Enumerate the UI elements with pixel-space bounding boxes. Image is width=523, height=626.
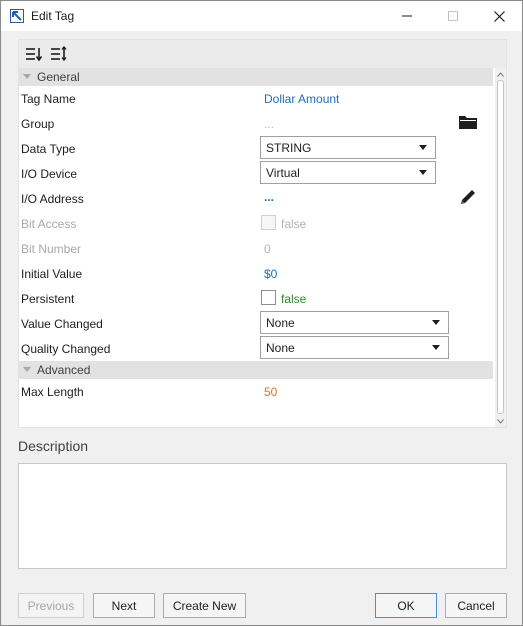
quality-changed-label: Quality Changed [21, 342, 111, 356]
bit-number-label: Bit Number [21, 242, 82, 256]
collapse-arrow-icon [23, 367, 31, 372]
sort-custom-icon [51, 45, 67, 62]
edit-tag-dialog: Edit Tag General Tag Name Dollar Amount … [0, 0, 523, 626]
bit-access-checkbox [261, 215, 276, 230]
value-changed-select[interactable]: None [260, 311, 449, 334]
initial-value-value[interactable]: $0 [264, 267, 277, 281]
persistent-label: Persistent [21, 292, 75, 306]
chevron-down-icon [419, 170, 427, 175]
sort-ascending-icon [26, 48, 43, 62]
data-type-value: STRING [266, 141, 312, 155]
maximize-button [430, 1, 476, 31]
property-grid: General Tag Name Dollar Amount Group ...… [18, 39, 507, 428]
ok-button[interactable]: OK [375, 593, 437, 618]
sort-ascending-button[interactable] [24, 45, 44, 63]
collapse-arrow-icon [23, 74, 31, 79]
minimize-button[interactable] [384, 1, 430, 31]
bit-access-value: false [281, 217, 307, 231]
app-logo-icon [10, 9, 24, 23]
group-label: Group [21, 117, 55, 131]
chevron-down-icon [419, 145, 427, 150]
maximize-icon [448, 11, 458, 21]
edit-pencil-icon[interactable] [459, 188, 477, 209]
next-button[interactable]: Next [93, 593, 155, 618]
value-changed-label: Value Changed [21, 317, 103, 331]
section-general[interactable]: General [19, 68, 493, 86]
scroll-down-icon[interactable] [496, 416, 505, 426]
sort-custom-button[interactable] [49, 45, 69, 63]
persistent-value: false [281, 292, 307, 306]
close-icon [493, 10, 505, 22]
max-length-value[interactable]: 50 [264, 385, 277, 399]
title-bar[interactable]: Edit Tag [1, 1, 522, 31]
chevron-down-icon [432, 320, 440, 325]
quality-changed-value: None [266, 341, 295, 355]
vertical-scrollbar[interactable] [495, 68, 506, 427]
minimize-icon [402, 15, 412, 17]
description-textarea[interactable] [18, 463, 507, 569]
scroll-up-icon[interactable] [496, 69, 505, 79]
create-new-button[interactable]: Create New [163, 593, 246, 618]
io-address-value[interactable]: ... [264, 190, 274, 204]
window-title: Edit Tag [31, 9, 75, 23]
cancel-button[interactable]: Cancel [445, 593, 507, 618]
chevron-down-icon [432, 345, 440, 350]
description-label: Description [18, 438, 89, 454]
section-advanced[interactable]: Advanced [19, 361, 493, 379]
section-advanced-title: Advanced [37, 363, 91, 377]
io-address-label: I/O Address [21, 192, 84, 206]
io-device-select[interactable]: Virtual [260, 161, 436, 184]
data-type-select[interactable]: STRING [260, 136, 436, 159]
close-button[interactable] [476, 1, 522, 31]
initial-value-label: Initial Value [21, 267, 83, 281]
bit-number-value: 0 [264, 242, 271, 256]
tag-name-value[interactable]: Dollar Amount [264, 92, 339, 106]
previous-button: Previous [18, 593, 84, 618]
value-changed-value: None [266, 316, 295, 330]
tag-name-label: Tag Name [21, 92, 76, 106]
io-device-label: I/O Device [21, 167, 78, 181]
section-general-title: General [37, 70, 80, 84]
quality-changed-select[interactable]: None [260, 336, 449, 359]
persistent-checkbox[interactable] [261, 290, 276, 305]
bit-access-label: Bit Access [21, 217, 77, 231]
group-value[interactable]: ... [264, 117, 274, 131]
property-toolbar [19, 40, 506, 68]
scroll-thumb[interactable] [497, 80, 504, 414]
folder-icon[interactable] [459, 115, 477, 132]
max-length-label: Max Length [21, 385, 84, 399]
io-device-value: Virtual [266, 166, 300, 180]
data-type-label: Data Type [21, 142, 76, 156]
